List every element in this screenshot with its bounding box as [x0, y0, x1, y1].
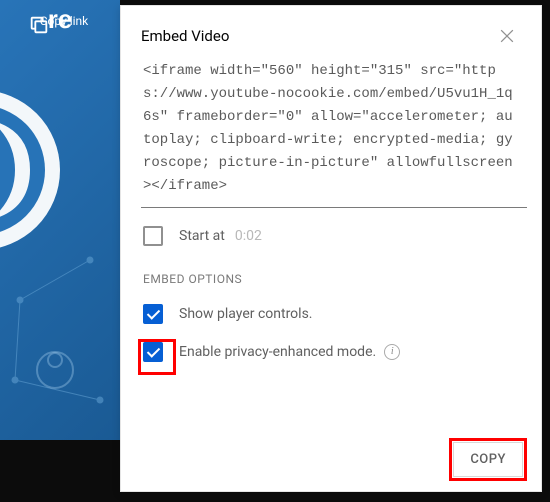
embed-options-heading: EMBED OPTIONS	[143, 272, 533, 286]
close-icon	[497, 26, 517, 46]
info-icon[interactable]: i	[384, 344, 400, 360]
embed-panel: Embed Video <iframe width="560" height="…	[120, 5, 542, 492]
copy-icon	[28, 14, 50, 36]
player-controls-checkbox[interactable]	[143, 304, 163, 324]
privacy-mode-checkbox[interactable]	[143, 342, 163, 362]
start-at-time[interactable]: 0:02	[235, 228, 262, 244]
start-at-label: Start at	[179, 228, 225, 244]
embed-code[interactable]: <iframe width="560" height="315" src="ht…	[141, 58, 527, 208]
scroll-area[interactable]: <iframe width="560" height="315" src="ht…	[121, 58, 541, 432]
copy-button[interactable]: COPY	[453, 442, 523, 477]
close-button[interactable]	[493, 22, 521, 50]
option-player-controls: Show player controls.	[143, 304, 533, 324]
option-privacy-mode: Enable privacy-enhanced mode. i	[143, 342, 533, 362]
copy-link-tab[interactable]: Copy link	[28, 14, 100, 28]
start-at-checkbox[interactable]	[143, 226, 163, 246]
privacy-mode-label: Enable privacy-enhanced mode.	[179, 344, 376, 360]
panel-header: Embed Video	[121, 6, 541, 58]
start-at-row: Start at 0:02	[143, 226, 533, 246]
panel-title: Embed Video	[141, 27, 493, 45]
copy-button-label: COPY	[470, 452, 506, 467]
player-controls-label: Show player controls.	[179, 306, 313, 322]
panel-footer: COPY	[121, 432, 541, 491]
background-strip: re Copy link	[0, 0, 120, 440]
